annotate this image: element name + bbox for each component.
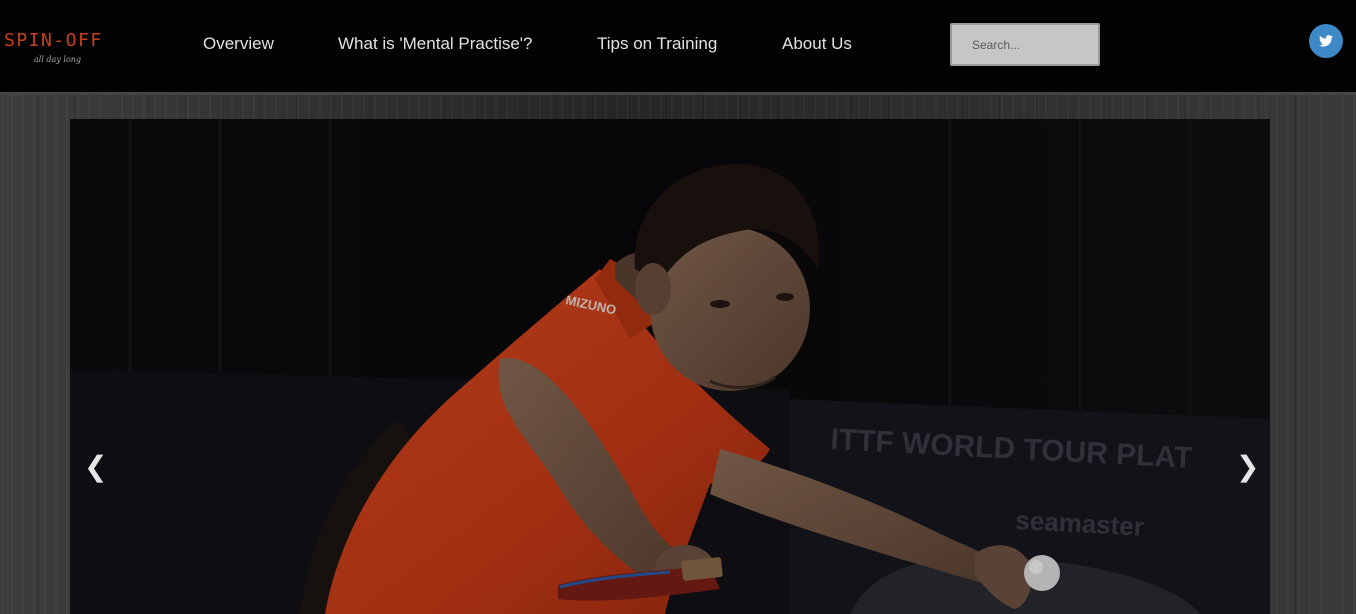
hero-image: ITTF WORLD TOUR PLAT seamaster MIZUNO <box>70 119 1270 614</box>
twitter-button[interactable] <box>1309 24 1343 58</box>
carousel-prev-button[interactable]: ❮ <box>84 452 107 482</box>
brand-tagline: all day long <box>34 55 82 64</box>
nav-link-overview[interactable]: Overview <box>203 34 274 54</box>
twitter-icon <box>1319 35 1333 47</box>
nav-link-mental-practise[interactable]: What is 'Mental Practise'? <box>338 34 533 54</box>
nav-link-about-us[interactable]: About Us <box>782 34 852 54</box>
nav-link-tips-on-training[interactable]: Tips on Training <box>597 34 717 54</box>
search-input[interactable] <box>950 23 1100 66</box>
brand-name: SPIN-OFF <box>4 30 103 51</box>
brand-logo[interactable]: SPIN-OFF all day long <box>4 31 124 71</box>
hero-carousel: ITTF WORLD TOUR PLAT seamaster MIZUNO <box>70 119 1270 614</box>
top-navbar: SPIN-OFF all day long Overview What is '… <box>0 0 1356 95</box>
carousel-next-button[interactable]: ❯ <box>1236 452 1259 482</box>
